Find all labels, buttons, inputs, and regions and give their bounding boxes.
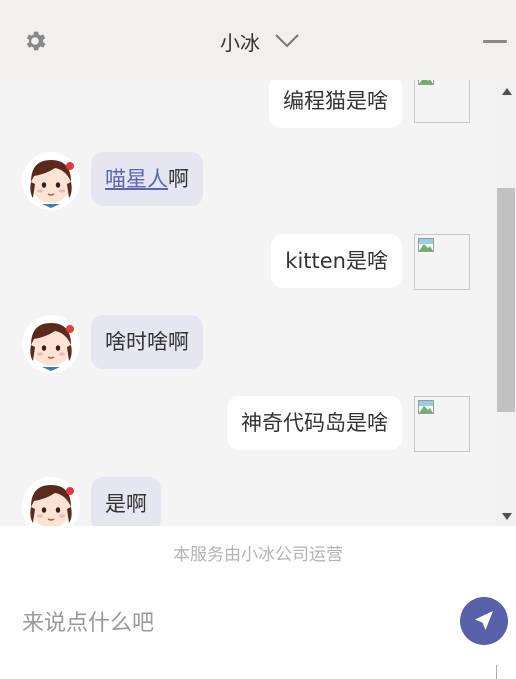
message-text: kitten是啥 <box>285 249 388 273</box>
bot-avatar <box>22 315 80 373</box>
bot-avatar <box>22 477 80 526</box>
resize-divider <box>496 665 497 679</box>
bot-message-bubble: 是啊 <box>91 477 161 526</box>
send-button[interactable] <box>460 597 508 645</box>
message-text: 啊 <box>168 167 189 191</box>
minimize-icon[interactable] <box>483 40 507 43</box>
service-note: 本服务由小冰公司运营 <box>173 545 343 565</box>
broken-image-icon <box>414 234 470 290</box>
user-message-bubble: kitten是啥 <box>271 234 402 288</box>
scroll-up-arrow-icon[interactable] <box>502 88 512 95</box>
bot-message-bubble: 喵星人啊 <box>91 152 203 206</box>
message-text: 编程猫是啥 <box>283 89 388 113</box>
message-text: 是啊 <box>105 492 147 516</box>
broken-image-icon <box>414 80 470 123</box>
composer <box>0 575 516 679</box>
send-icon <box>475 611 493 630</box>
user-message-bubble: 神奇代码岛是啥 <box>227 396 402 450</box>
chevron-down-icon[interactable] <box>274 33 300 49</box>
bot-selector[interactable]: 小冰 <box>220 26 300 56</box>
user-message-bubble: 编程猫是啥 <box>269 80 402 128</box>
message-list[interactable]: 编程猫是啥 喵星人啊 kitten是啥 啥时啥啊 神奇代码岛是啥 是啊 <box>0 80 496 526</box>
message-text: 啥时啥啊 <box>105 330 189 354</box>
message-input[interactable] <box>0 575 440 671</box>
gear-icon[interactable] <box>22 28 48 54</box>
message-link[interactable]: 喵星人 <box>105 167 168 191</box>
broken-image-icon <box>414 396 470 452</box>
chat-title: 小冰 <box>220 30 260 55</box>
scrollbar-thumb[interactable] <box>497 188 515 412</box>
chat-header: 小冰 <box>0 0 516 80</box>
scroll-down-arrow-icon[interactable] <box>502 513 512 520</box>
message-text: 神奇代码岛是啥 <box>241 411 388 435</box>
bot-avatar <box>22 152 80 210</box>
bot-message-bubble: 啥时啥啊 <box>91 315 203 369</box>
